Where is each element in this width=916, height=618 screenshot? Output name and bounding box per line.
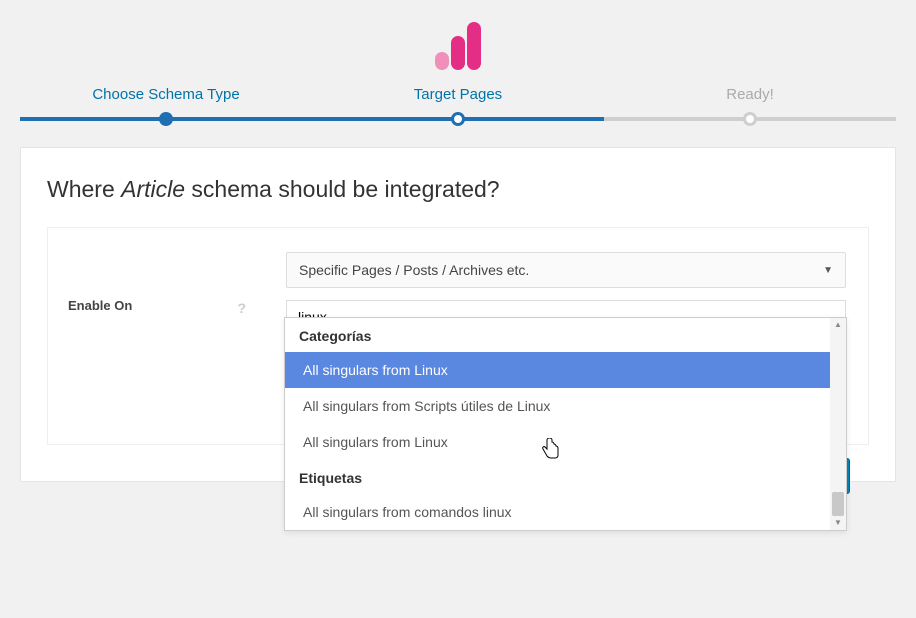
dropdown-option[interactable]: All singulars from Scripts útiles de Lin… [285,388,846,424]
main-card: Where Article schema should be integrate… [20,147,896,482]
enable-on-label: Enable On [68,298,132,313]
page-title: Where Article schema should be integrate… [47,176,869,203]
form-label-cell: Enable On ? [48,228,264,444]
scrollbar[interactable]: ▲ ▼ [830,318,846,530]
step-1-node[interactable] [159,112,173,126]
select-value: Specific Pages / Posts / Archives etc. [299,262,529,278]
dropdown-option[interactable]: All singulars from Linux [285,352,846,388]
help-icon[interactable]: ? [237,300,246,316]
dropdown-option[interactable]: All singulars from Linux [285,424,846,460]
progress-line [20,117,896,121]
autocomplete-dropdown: CategoríasAll singulars from LinuxAll si… [284,317,847,531]
scroll-thumb[interactable] [832,492,844,516]
stepper: Choose Schema Type Target Pages Ready! [0,86,916,111]
dropdown-group-header: Etiquetas [285,460,846,494]
step-2-node[interactable] [451,112,465,126]
logo [0,0,916,86]
scroll-up-icon[interactable]: ▲ [830,318,846,332]
dropdown-group-header: Categorías [285,318,846,352]
step-1-label[interactable]: Choose Schema Type [20,86,312,103]
dropdown-option[interactable]: All singulars from comandos linux [285,494,846,530]
chevron-down-icon: ▼ [823,265,833,276]
step-2-label[interactable]: Target Pages [312,86,604,103]
step-3-node [743,112,757,126]
scroll-down-icon[interactable]: ▼ [830,516,846,530]
step-3-label: Ready! [604,86,896,103]
target-select[interactable]: Specific Pages / Posts / Archives etc. ▼ [286,252,846,288]
